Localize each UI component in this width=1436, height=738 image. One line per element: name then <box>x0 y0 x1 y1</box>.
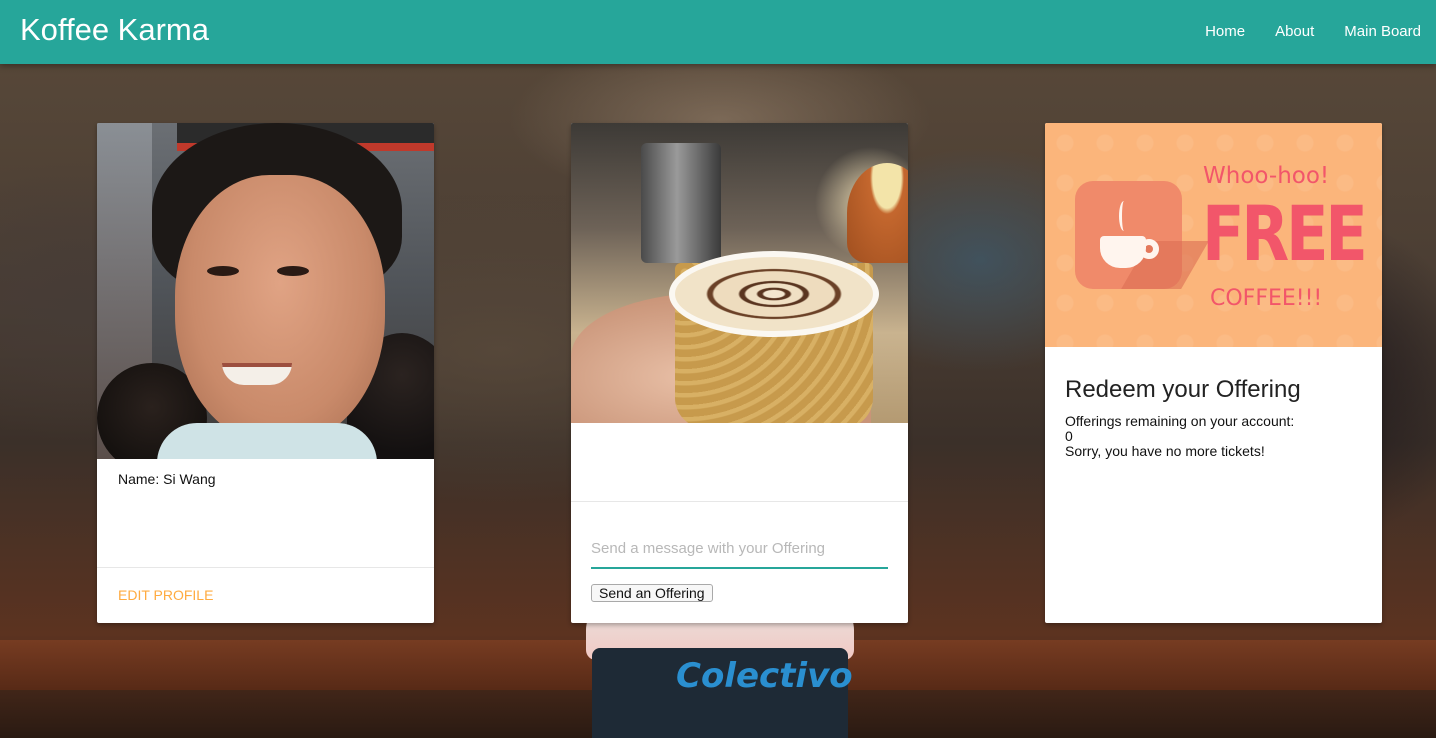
nav-link-home[interactable]: Home <box>1190 0 1260 64</box>
icon-mug-handle <box>1139 239 1159 259</box>
profile-card: Name: Si Wang EDIT PROFILE <box>97 123 434 623</box>
coffee-mug-icon <box>1075 181 1209 289</box>
remaining-count: 0 <box>1065 428 1073 444</box>
banner-headline: Whoo-hoo! <box>1203 163 1330 189</box>
photo-latte-art <box>669 251 879 337</box>
offering-card: Send an Offering <box>571 123 908 623</box>
free-coffee-banner: Whoo-hoo! FREE COFFEE!!! <box>1045 123 1382 347</box>
profile-card-action: EDIT PROFILE <box>97 567 434 623</box>
profile-photo <box>97 123 434 459</box>
brand-logo[interactable]: Koffee Karma <box>20 12 209 48</box>
photo-eye-right <box>277 266 309 276</box>
edit-profile-link[interactable]: EDIT PROFILE <box>118 587 213 603</box>
redeem-title: Redeem your Offering <box>1065 376 1301 403</box>
photo-orange-cup <box>847 163 908 263</box>
photo-eye-left <box>207 266 239 276</box>
photo-milk-pitcher <box>641 143 721 263</box>
nav-link-main-board[interactable]: Main Board <box>1329 0 1436 64</box>
offering-divider <box>571 501 908 502</box>
send-offering-button[interactable]: Send an Offering <box>591 584 713 602</box>
offering-message-input[interactable] <box>591 529 888 569</box>
background-cup-logo: Colectivo <box>676 656 853 696</box>
photo-shirt <box>157 423 377 459</box>
top-navbar: Koffee Karma Home About Main Board <box>0 0 1436 64</box>
banner-free-text: FREE <box>1202 189 1368 278</box>
no-tickets-message: Sorry, you have no more tickets! <box>1065 443 1265 459</box>
redeem-card: Whoo-hoo! FREE COFFEE!!! Redeem your Off… <box>1045 123 1382 623</box>
banner-coffee-text: COFFEE!!! <box>1210 286 1323 311</box>
nav-link-about[interactable]: About <box>1260 0 1329 64</box>
profile-name: Name: Si Wang <box>118 471 216 487</box>
nav-links: Home About Main Board <box>1190 0 1436 64</box>
icon-steam <box>1119 201 1129 231</box>
photo-face <box>175 175 385 445</box>
remaining-label: Offerings remaining on your account: <box>1065 413 1295 429</box>
photo-smile <box>222 363 292 385</box>
coffee-photo <box>571 123 908 423</box>
